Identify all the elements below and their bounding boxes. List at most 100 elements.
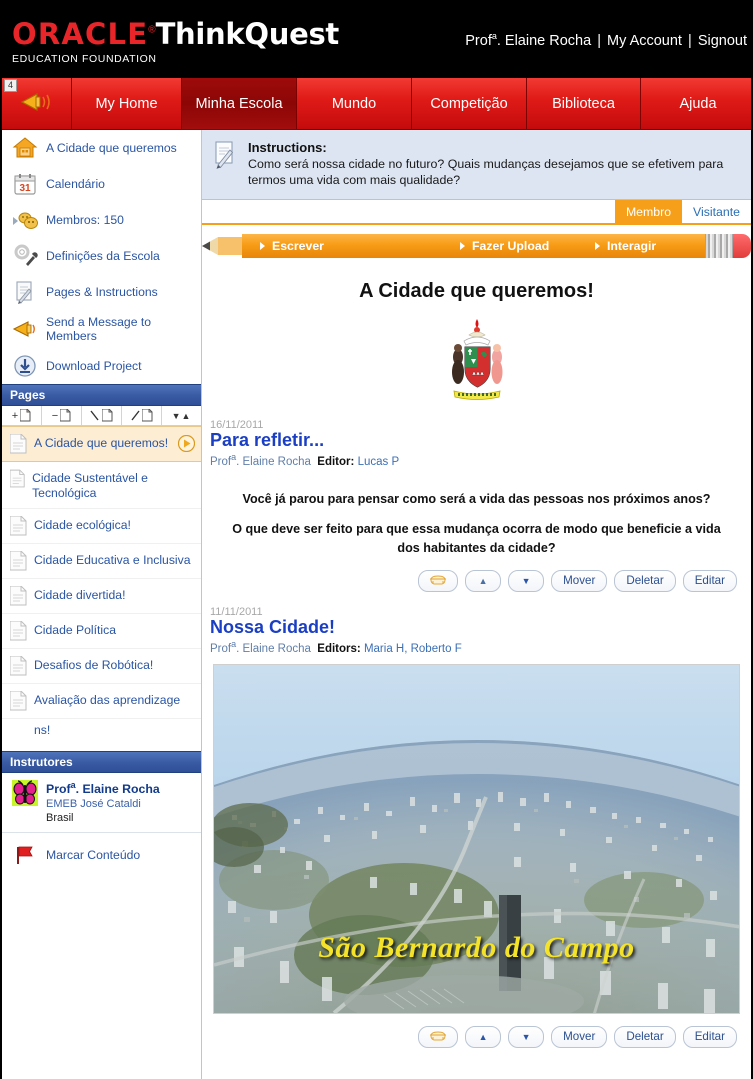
move-button[interactable]: Mover — [551, 1025, 608, 1048]
escrever-link[interactable]: Escrever — [242, 239, 442, 253]
move-down-button[interactable]: ▼ — [508, 569, 545, 592]
sidebar-item-marcar-conteudo[interactable]: Marcar Conteúdo — [2, 833, 201, 873]
megaphone-icon — [12, 316, 38, 342]
play-page-icon[interactable] — [177, 434, 196, 453]
sidebar-item-label: Marcar Conteúdo — [46, 848, 141, 863]
sidebar-item-calendario[interactable]: 31 Calendário — [2, 166, 201, 202]
instructor-row[interactable]: Profa. Elaine Rocha EMEB José Cataldi Br… — [2, 773, 201, 834]
nav-tab-minha-escola[interactable]: Minha Escola — [182, 78, 297, 129]
page-icon — [10, 551, 27, 571]
post-author: Profa. Elaine Rocha — [210, 638, 311, 655]
post-title[interactable]: Nossa Cidade! — [210, 617, 743, 638]
interagir-link[interactable]: Interagir — [577, 239, 705, 253]
nav-tab-label: Minha Escola — [195, 95, 283, 112]
move-down-button[interactable]: ▼ — [508, 1025, 545, 1048]
instructor-name: Profa. Elaine Rocha — [46, 780, 160, 797]
page-list-item[interactable]: Desafios de Robótica! — [2, 649, 201, 684]
fazer-upload-link[interactable]: Fazer Upload — [442, 239, 577, 253]
save-treasure-button[interactable] — [418, 569, 459, 592]
my-account-link[interactable]: My Account — [607, 33, 682, 49]
instructor-details: Profa. Elaine Rocha EMEB José Cataldi Br… — [46, 780, 160, 824]
nav-tab-my-home[interactable]: My Home — [72, 78, 182, 129]
post-body-line-1: Você já parou para pensar como será a vi… — [242, 491, 711, 506]
tab-visitante[interactable]: Visitante — [682, 200, 751, 223]
page-list-item[interactable]: Cidade ecológica! — [2, 509, 201, 544]
sidebar-item-label: Pages & Instructions — [46, 285, 158, 299]
piggy-bank-icon — [430, 1031, 447, 1041]
sidebar-item-label: A Cidade que queremos — [46, 141, 177, 155]
post-author: Profa. Elaine Rocha — [210, 452, 311, 468]
page-icon — [10, 516, 27, 536]
page-list-item-label: A Cidade que queremos! — [34, 436, 169, 450]
page-icon — [10, 586, 27, 606]
tab-membro[interactable]: Membro — [614, 200, 683, 223]
calendar-icon: 31 — [12, 171, 38, 197]
down-arrow-icon: ▼ — [521, 1031, 531, 1042]
reorder-glyph: ▼▲ — [171, 410, 192, 421]
instructors-section-header: Instrutores — [2, 751, 201, 773]
announcements-tab[interactable]: 4 — [2, 78, 72, 129]
indent-page-tool[interactable] — [82, 406, 122, 425]
page-list-item[interactable]: Avaliação das aprendizage — [2, 684, 201, 719]
post-editor-names[interactable]: Maria H, Roberto F — [364, 643, 462, 655]
page-list-item[interactable]: Cidade Educativa e Inclusiva — [2, 544, 201, 579]
instructions-title: Instructions: — [248, 140, 327, 155]
sidebar-item-a-cidade-que-queremos[interactable]: A Cidade que queremos — [2, 130, 201, 166]
page-list-item-continuation[interactable]: ns! — [2, 719, 201, 745]
sidebar: A Cidade que queremos 31 Calendário Memb… — [2, 130, 202, 1079]
delete-button[interactable]: Deletar — [614, 569, 676, 592]
announcements-badge: 4 — [4, 79, 18, 92]
tab-label: Membro — [625, 204, 672, 219]
separator-1: | — [597, 32, 601, 49]
coat-of-arms-image — [202, 317, 751, 407]
post-title[interactable]: Para refletir... — [210, 430, 743, 451]
sidebar-item-label: Definições da Escola — [46, 249, 160, 263]
reorder-page-tool[interactable]: ▼▲ — [162, 406, 201, 425]
sidebar-item-pages-and-instructions[interactable]: Pages & Instructions — [2, 274, 201, 310]
add-page-tool[interactable]: + — [2, 406, 42, 425]
page-list-item[interactable]: Cidade Sustentável e Tecnológica — [2, 462, 201, 509]
page-list-item-label: ns! — [34, 723, 51, 737]
move-button[interactable]: Mover — [551, 569, 608, 592]
pages-section-header: Pages — [2, 384, 201, 406]
sidebar-item-send-a-message[interactable]: Send a Message to Members — [2, 310, 201, 348]
page-list-item[interactable]: Cidade divertida! — [2, 579, 201, 614]
nav-tab-ajuda[interactable]: Ajuda — [641, 78, 751, 129]
page-title: A Cidade que queremos! — [359, 280, 594, 302]
post-action-buttons: ▲ ▼ Mover Deletar Editar — [210, 1025, 737, 1048]
nav-tab-mundo[interactable]: Mundo — [297, 78, 412, 129]
nav-tab-biblioteca[interactable]: Biblioteca — [527, 78, 641, 129]
butterfly-avatar — [12, 780, 38, 824]
page-list-item-selected[interactable]: A Cidade que queremos! — [2, 426, 201, 462]
save-treasure-button[interactable] — [418, 1025, 459, 1048]
remove-page-tool[interactable]: − — [42, 406, 82, 425]
edit-button[interactable]: Editar — [682, 1025, 737, 1048]
instructor-country: Brasil — [46, 812, 74, 825]
instructor-school: EMEB José Cataldi — [46, 798, 141, 811]
pencil-toolbar-body: Escrever Fazer Upload Interagir — [242, 234, 705, 258]
sidebar-item-download-project[interactable]: Download Project — [2, 348, 201, 384]
move-up-button[interactable]: ▲ — [465, 569, 502, 592]
sidebar-item-membros[interactable]: Membros: 150 — [2, 202, 201, 238]
page-list-item[interactable]: Cidade Política — [2, 614, 201, 649]
page-icon — [10, 656, 27, 676]
post-byline: Profa. Elaine Rocha Editors: Maria H, Ro… — [210, 639, 743, 655]
delete-button[interactable]: Deletar — [614, 1025, 676, 1048]
sidebar-item-definicoes-da-escola[interactable]: Definições da Escola — [2, 238, 201, 274]
logo[interactable]: ORACLE®ThinkQuest EDUCATION FOUNDATION — [12, 20, 339, 66]
members-icon — [12, 207, 38, 233]
post-editor-names[interactable]: Lucas P — [358, 456, 400, 468]
nav-tab-competicao[interactable]: Competição — [412, 78, 527, 129]
move-up-button[interactable]: ▲ — [465, 1025, 502, 1048]
pencil-eraser — [733, 234, 751, 258]
page-wand-icon — [212, 140, 238, 188]
page-wand-icon — [12, 279, 38, 305]
outdent-page-tool[interactable] — [122, 406, 162, 425]
pencil-ferrule — [705, 234, 733, 258]
post-para-refletir: 16/11/2011 Para refletir... Profa. Elain… — [202, 419, 751, 592]
edit-button[interactable]: Editar — [682, 569, 737, 592]
main-navigation: 4 My Home Minha Escola Mundo Competição … — [2, 78, 751, 130]
signout-link[interactable]: Signout — [698, 33, 747, 49]
post-editor-label: Editor: — [317, 455, 355, 468]
flag-icon — [12, 842, 38, 868]
